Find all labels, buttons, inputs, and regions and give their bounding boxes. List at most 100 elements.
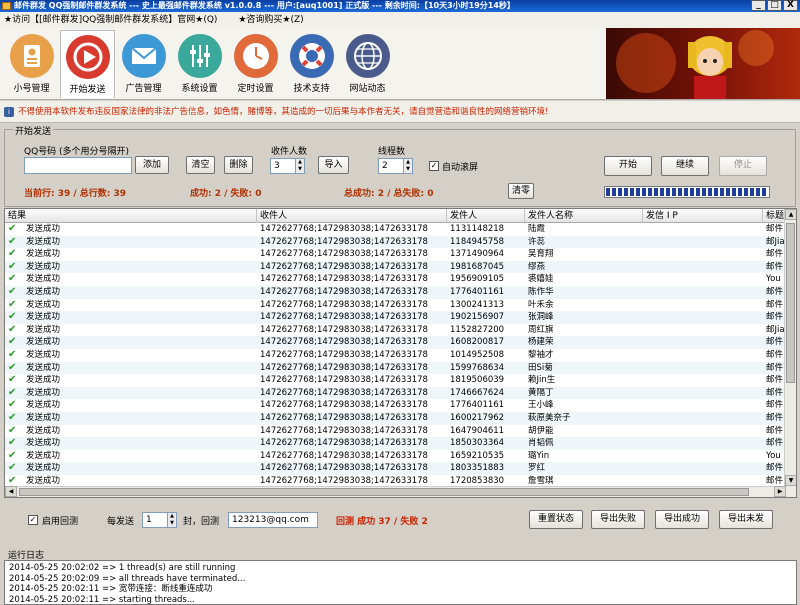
horizontal-scrollbar[interactable]: ◀ ▶ [5, 486, 786, 497]
clear-button[interactable]: 清空 [186, 156, 215, 174]
add-button[interactable]: 添加 [135, 156, 169, 174]
table-row[interactable]: ✔ 发送成功 1472627768;1472983038;1472633178 190… [5, 311, 786, 324]
cell-to: 1472627768;1472983038;1472633178 [260, 362, 428, 373]
autoscroll-checkbox[interactable]: ✓ [429, 161, 439, 171]
minimize-button[interactable]: _ [751, 0, 766, 11]
log-panel[interactable]: 2014-05-25 20:02:02 => 1 thread(s) are s… [4, 560, 797, 605]
cell-result: 发送成功 [26, 224, 61, 234]
column-sender-name[interactable]: 发件人名称 [525, 209, 643, 223]
continue-button[interactable]: 继续 [661, 156, 709, 176]
window-title: 邮件群发 QQ强制邮件群发系统 --- 史上最强邮件群发系统 v1.0.0.8 … [14, 1, 515, 10]
threads-input[interactable]: 2 [378, 158, 404, 174]
check-icon: ✔ [8, 311, 17, 323]
cell-from: 1600217962 [450, 412, 505, 423]
table-row[interactable]: ✔ 发送成功 1472627768;1472983038;1472633178 195… [5, 273, 786, 286]
table-row[interactable]: ✔ 发送成功 1472627768;1472983038;1472633178 180… [5, 462, 786, 475]
cell-name: 裘嬉娃 [528, 274, 554, 285]
reply-test-label: 启用回测 [42, 517, 79, 527]
per-send-spinner[interactable]: ▲ ▼ [168, 512, 177, 528]
results-table[interactable]: 结果 收件人 发件人 发件人名称 发信 I P 标题 ✔ 发送成功 14726277… [4, 208, 797, 498]
cell-from: 1981687045 [450, 261, 505, 272]
cell-to: 1472627768;1472983038;1472633178 [260, 224, 428, 234]
reply-test-checkbox[interactable]: ✓ [28, 515, 38, 525]
play-icon [65, 35, 110, 79]
cell-to: 1472627768;1472983038;1472633178 [260, 463, 428, 474]
toolbar-start-send[interactable]: 开始发送 [60, 30, 115, 98]
scroll-thumb[interactable] [786, 223, 795, 383]
table-row[interactable]: ✔ 发送成功 1472627768;1472983038;1472633178 174… [5, 386, 786, 400]
cell-subject: You [766, 274, 781, 285]
reset-status-button[interactable]: 重置状态 [529, 510, 583, 529]
table-row[interactable]: ✔ 发送成功 1472627768;1472983038;1472633178 160… [5, 336, 786, 349]
check-icon: ✔ [8, 336, 17, 348]
table-row[interactable]: ✔ 发送成功 1472627768;1472983038;1472633178 137… [5, 248, 786, 261]
table-row[interactable]: ✔ 发送成功 1472627768;1472983038;1472633178 118… [5, 235, 786, 249]
toolbar-tech-support[interactable]: 技术支持 [284, 30, 339, 98]
check-icon: ✔ [8, 386, 17, 398]
export-failed-button[interactable]: 导出失败 [591, 510, 645, 529]
table-row[interactable]: ✔ 发送成功 1472627768;1472983038;1472633178 185… [5, 437, 786, 450]
reset-count-button[interactable]: 清零 [508, 183, 534, 199]
export-unsent-button[interactable]: 导出未发 [719, 510, 773, 529]
per-send-input[interactable]: 1 [142, 512, 168, 528]
cell-from: 1152827200 [450, 324, 505, 335]
table-row[interactable]: ✔ 发送成功 1472627768;1472983038;1472633178 115… [5, 324, 786, 337]
cell-result: 发送成功 [26, 274, 61, 285]
cell-to: 1472627768;1472983038;1472633178 [260, 450, 428, 461]
table-row[interactable]: ✔ 发送成功 1472627768;1472983038;1472633178 181… [5, 374, 786, 387]
column-ip[interactable]: 发信 I P [643, 209, 763, 223]
toolbar-label: 广告管理 [125, 84, 162, 94]
cell-to: 1472627768;1472983038;1472633178 [260, 387, 428, 398]
recipients-spinner[interactable]: ▲ ▼ [296, 158, 305, 174]
recipients-input[interactable]: 3 [270, 158, 296, 174]
hscroll-thumb[interactable] [19, 488, 749, 496]
table-row[interactable]: ✔ 发送成功 1472627768;1472983038;1472633178 164… [5, 425, 786, 438]
scroll-left-button[interactable]: ◀ [5, 486, 17, 497]
check-icon: ✔ [8, 411, 17, 423]
cell-subject: 邮件 [766, 249, 784, 260]
check-icon: ✔ [8, 298, 17, 310]
qq-number-input[interactable] [24, 157, 132, 174]
scroll-down-button[interactable]: ▼ [785, 475, 796, 486]
table-row[interactable]: ✔ 发送成功 1472627768;1472983038;1472633178 177… [5, 399, 786, 412]
cell-subject: 邮件 [766, 400, 784, 411]
column-result[interactable]: 结果 [5, 209, 257, 223]
table-row[interactable]: ✔ 发送成功 1472627768;1472983038;1472633178 160… [5, 411, 786, 425]
table-row[interactable]: ✔ 发送成功 1472627768;1472983038;1472633178 159… [5, 361, 786, 375]
toolbar-system-settings[interactable]: 系统设置 [172, 30, 227, 98]
start-button[interactable]: 开始 [604, 156, 652, 176]
table-row[interactable]: ✔ 发送成功 1472627768;1472983038;1472633178 198… [5, 260, 786, 274]
delete-button[interactable]: 删除 [224, 156, 253, 174]
toolbar-account-manage[interactable]: 小号管理 [4, 30, 59, 98]
menu-item-website[interactable]: ★访问【[邮件群发]QQ强制邮件群发系统】官网★(Q) [4, 15, 217, 25]
stop-button[interactable]: 停止 [719, 156, 767, 176]
close-button[interactable]: X [783, 0, 798, 11]
toolbar-site-news[interactable]: 网站动态 [340, 30, 395, 98]
scroll-up-button[interactable]: ▲ [785, 209, 796, 220]
column-recipient[interactable]: 收件人 [257, 209, 447, 223]
scroll-right-button[interactable]: ▶ [774, 486, 786, 497]
table-row[interactable]: ✔ 发送成功 1472627768;1472983038;1472633178 101… [5, 349, 786, 362]
table-row[interactable]: ✔ 发送成功 1472627768;1472983038;1472633178 165… [5, 450, 786, 463]
table-row[interactable]: ✔ 发送成功 1472627768;1472983038;1472633178 130… [5, 299, 786, 312]
check-icon: ✔ [8, 323, 17, 335]
table-row[interactable]: ✔ 发送成功 1472627768;1472983038;1472633178 177… [5, 285, 786, 299]
column-sender[interactable]: 发件人 [447, 209, 525, 223]
reply-email-input[interactable]: 123213@qq.com [228, 512, 318, 528]
import-button[interactable]: 导入 [318, 156, 349, 174]
toolbar-ad-manage[interactable]: 广告管理 [116, 30, 171, 98]
column-subject[interactable]: 标题 [763, 209, 786, 223]
export-success-button[interactable]: 导出成功 [655, 510, 709, 529]
cell-result: 发送成功 [26, 387, 61, 398]
recipients-label: 收件人数 [271, 147, 308, 157]
toolbar-timer-settings[interactable]: 定时设置 [228, 30, 283, 98]
toolbar-label: 开始发送 [69, 85, 106, 95]
toolbar-label: 网站动态 [349, 84, 386, 94]
table-row[interactable]: ✔ 发送成功 1472627768;1472983038;1472633178 113… [5, 223, 786, 236]
vertical-scrollbar[interactable]: ▲ ▼ [784, 209, 796, 497]
threads-spinner[interactable]: ▲ ▼ [404, 158, 413, 174]
maximize-button[interactable]: □ [767, 0, 782, 11]
current-row-status: 当前行: 39 / 总行数: 39 [24, 189, 127, 199]
menu-item-purchase[interactable]: ★咨询购买★(Z) [238, 15, 303, 25]
app-icon [2, 2, 11, 10]
